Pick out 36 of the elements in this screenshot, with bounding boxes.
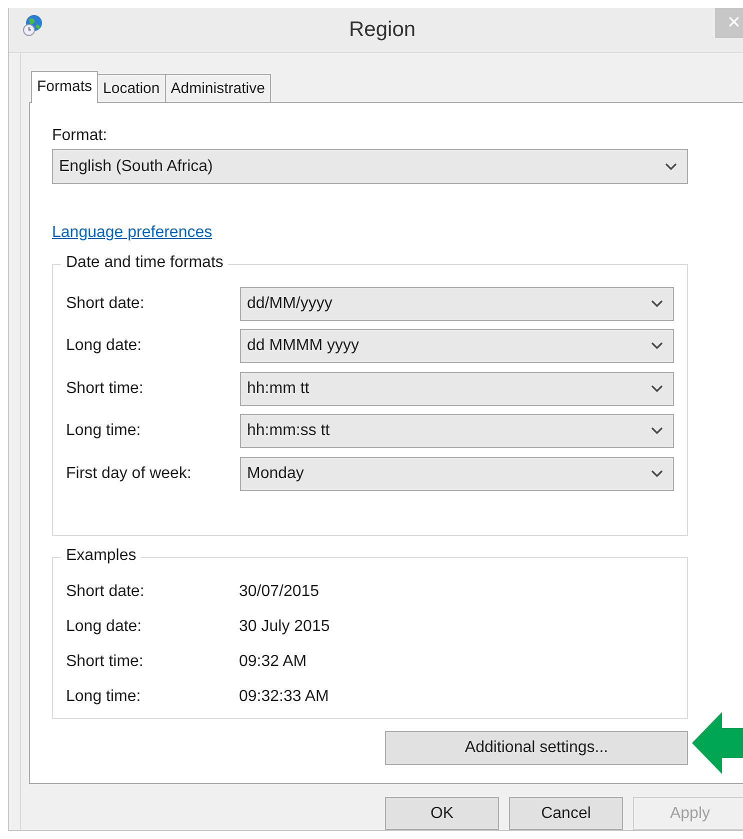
field-label: Short time: <box>66 380 144 398</box>
chevron-icon <box>651 300 663 308</box>
field-label: First day of week: <box>66 464 192 482</box>
dropdown[interactable]: dd MMMM yyyy <box>240 329 674 363</box>
chevron-icon <box>665 162 677 170</box>
field-label: Short date: <box>66 294 144 312</box>
dropdown[interactable]: hh:mm tt <box>240 372 674 406</box>
tab[interactable]: Formats <box>31 71 98 103</box>
chevron-icon <box>651 342 663 350</box>
dropdown[interactable]: hh:mm:ss tt <box>240 414 674 448</box>
field-label: Long date: <box>66 337 142 355</box>
dialog-button[interactable]: OK <box>385 797 499 830</box>
field-label: Format: <box>52 127 108 146</box>
example-value: 30/07/2015 <box>239 582 320 600</box>
chevron-icon <box>651 470 663 478</box>
example-value: 09:32 AM <box>239 652 307 670</box>
window-title: Region <box>349 18 416 42</box>
example-label: Long time: <box>66 688 142 706</box>
example-value: 30 July 2015 <box>239 618 330 636</box>
dropdown[interactable]: English (South Africa) <box>52 149 688 184</box>
field-label: Long time: <box>66 422 141 440</box>
chevron-icon <box>651 427 663 435</box>
example-label: Short time: <box>66 652 144 670</box>
dropdown[interactable]: Monday <box>240 456 674 490</box>
example-label: Long date: <box>66 618 143 636</box>
link[interactable]: Language preferences <box>52 224 212 242</box>
chevron-icon <box>651 384 663 392</box>
tab[interactable]: Administrative <box>164 74 271 102</box>
dialog-button[interactable]: Cancel <box>509 797 623 830</box>
additional-settings-button[interactable]: Additional settings... <box>385 731 688 765</box>
example-label: Short date: <box>66 582 146 600</box>
globe-icon <box>21 13 45 37</box>
group-title: Examples <box>61 547 142 565</box>
example-value: 09:32:33 AM <box>239 688 329 706</box>
arrow-icon <box>690 710 743 776</box>
dropdown[interactable]: dd/MM/yyyy <box>240 286 674 320</box>
